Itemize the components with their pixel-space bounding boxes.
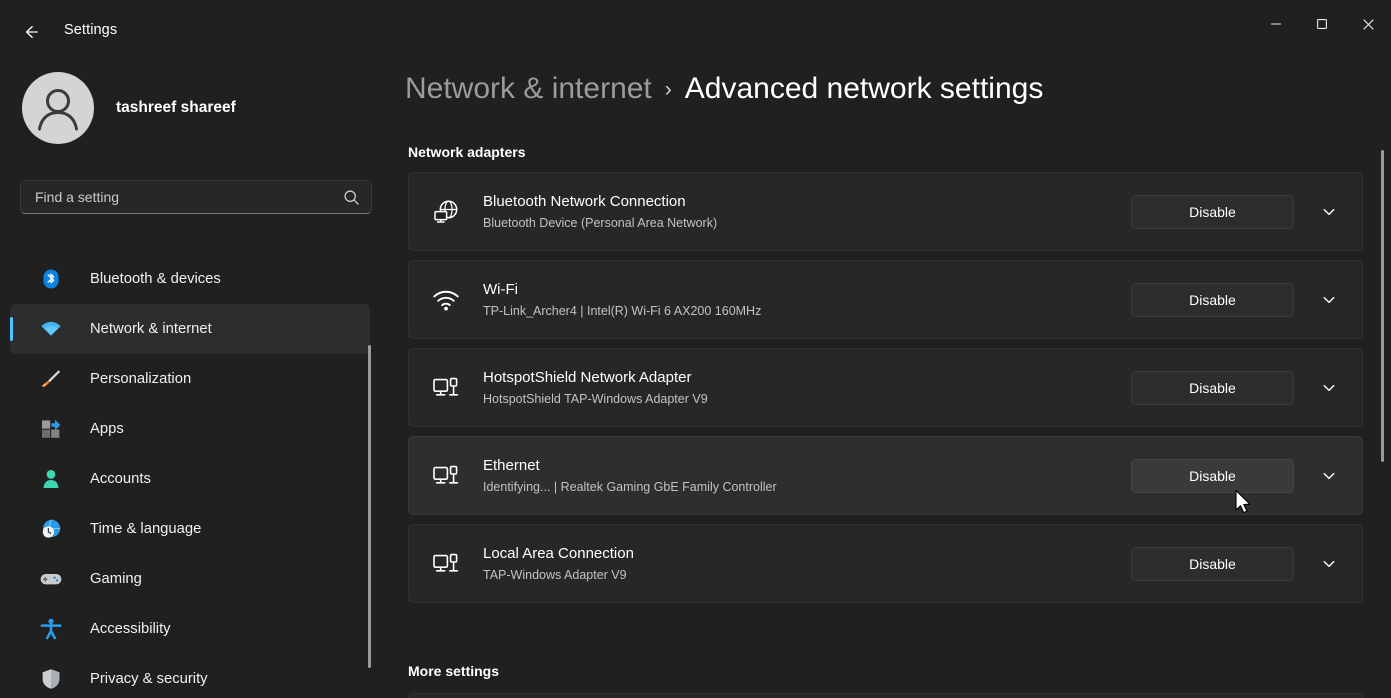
title-bar: Settings xyxy=(0,0,1391,48)
app-title: Settings xyxy=(64,22,118,38)
window-controls xyxy=(1253,0,1391,48)
shield-icon xyxy=(38,666,64,692)
more-settings-card-partial[interactable] xyxy=(408,693,1363,698)
search-input[interactable] xyxy=(35,189,341,205)
breadcrumb-parent-link[interactable]: Network & internet xyxy=(405,72,652,106)
disable-button[interactable]: Disable xyxy=(1131,194,1294,229)
person-icon xyxy=(38,466,64,492)
search-box[interactable] xyxy=(20,180,372,214)
page-title: Advanced network settings xyxy=(684,72,1044,105)
adapter-card-ethernet[interactable]: Ethernet Identifying... | Realtek Gaming… xyxy=(408,436,1363,515)
search-icon xyxy=(341,187,361,207)
adapter-description: Identifying... | Realtek Gaming GbE Fami… xyxy=(483,479,777,494)
expand-chevron-down-icon[interactable] xyxy=(1308,543,1350,585)
gamepad-icon xyxy=(38,566,64,592)
profile-name: tashreef shareef xyxy=(116,99,236,116)
adapter-description: HotspotShield TAP-Windows Adapter V9 xyxy=(483,391,708,406)
section-heading-more-settings: More settings xyxy=(408,663,500,679)
expand-chevron-down-icon[interactable] xyxy=(1308,455,1350,497)
sidebar-item-apps[interactable]: Apps xyxy=(10,404,370,454)
sidebar-item-privacy-security[interactable]: Privacy & security xyxy=(10,654,370,698)
ethernet-icon xyxy=(429,549,463,579)
adapter-description: Bluetooth Device (Personal Area Network) xyxy=(483,215,718,230)
adapter-text: Ethernet Identifying... | Realtek Gaming… xyxy=(483,456,1131,496)
section-heading-network-adapters: Network adapters xyxy=(408,144,526,160)
disable-button[interactable]: Disable xyxy=(1131,282,1294,317)
main-content: Network & internet › Advanced network se… xyxy=(390,48,1391,698)
sidebar-item-label: Personalization xyxy=(90,371,192,387)
sidebar-item-label: Privacy & security xyxy=(90,671,208,687)
adapter-name: Local Area Connection xyxy=(483,544,634,562)
adapter-text: HotspotShield Network Adapter HotspotShi… xyxy=(483,368,1131,408)
sidebar-item-label: Accounts xyxy=(90,471,151,487)
user-profile[interactable]: tashreef shareef xyxy=(22,72,236,144)
disable-button[interactable]: Disable xyxy=(1131,370,1294,405)
ethernet-icon xyxy=(429,373,463,403)
breadcrumb: Network & internet › Advanced network se… xyxy=(405,72,1043,106)
adapter-card[interactable]: Local Area Connection TAP-Windows Adapte… xyxy=(408,524,1363,603)
sidebar-item-accounts[interactable]: Accounts xyxy=(10,454,370,504)
sidebar: tashreef shareef Bluetooth & device xyxy=(0,48,390,698)
sidebar-item-bluetooth-devices[interactable]: Bluetooth & devices xyxy=(10,254,370,304)
ethernet-icon xyxy=(429,461,463,491)
main-scrollbar[interactable] xyxy=(1381,150,1384,462)
adapter-text: Wi-Fi TP-Link_Archer4 | Intel(R) Wi-Fi 6… xyxy=(483,280,1131,320)
wifi-signal-icon xyxy=(429,285,463,315)
adapter-description: TAP-Windows Adapter V9 xyxy=(483,567,627,582)
adapter-card[interactable]: Bluetooth Network Connection Bluetooth D… xyxy=(408,172,1363,251)
sidebar-item-label: Network & internet xyxy=(90,321,212,337)
adapter-list: Bluetooth Network Connection Bluetooth D… xyxy=(408,172,1363,612)
adapter-text: Bluetooth Network Connection Bluetooth D… xyxy=(483,192,1131,232)
sidebar-item-network-internet[interactable]: Network & internet xyxy=(10,304,370,354)
accessibility-icon xyxy=(38,616,64,642)
bluetooth-network-icon xyxy=(429,197,463,227)
chevron-right-icon: › xyxy=(664,78,672,101)
paintbrush-icon xyxy=(38,366,64,392)
clock-globe-icon xyxy=(38,516,64,542)
minimize-button[interactable] xyxy=(1253,0,1299,48)
sidebar-item-label: Bluetooth & devices xyxy=(90,271,221,287)
bluetooth-icon xyxy=(38,266,64,292)
settings-window: Settings tashreef shareef Find a setting… xyxy=(0,0,1391,698)
sidebar-scrollbar[interactable] xyxy=(368,345,371,668)
disable-button[interactable]: Disable xyxy=(1131,458,1294,493)
adapter-name: HotspotShield Network Adapter xyxy=(483,368,692,386)
adapter-card[interactable]: HotspotShield Network Adapter HotspotShi… xyxy=(408,348,1363,427)
expand-chevron-down-icon[interactable] xyxy=(1308,191,1350,233)
adapter-text: Local Area Connection TAP-Windows Adapte… xyxy=(483,544,1131,584)
sidebar-nav: Bluetooth & devices Network & internet P… xyxy=(10,254,370,698)
sidebar-item-accessibility[interactable]: Accessibility xyxy=(10,604,370,654)
sidebar-item-label: Time & language xyxy=(90,521,202,537)
expand-chevron-down-icon[interactable] xyxy=(1308,279,1350,321)
adapter-name: Wi-Fi xyxy=(483,280,518,298)
expand-chevron-down-icon[interactable] xyxy=(1308,367,1350,409)
avatar xyxy=(22,72,94,144)
close-button[interactable] xyxy=(1345,0,1391,48)
sidebar-item-label: Accessibility xyxy=(90,621,171,637)
apps-icon xyxy=(38,416,64,442)
disable-button[interactable]: Disable xyxy=(1131,546,1294,581)
wifi-icon xyxy=(38,316,64,342)
adapter-card[interactable]: Wi-Fi TP-Link_Archer4 | Intel(R) Wi-Fi 6… xyxy=(408,260,1363,339)
sidebar-item-personalization[interactable]: Personalization xyxy=(10,354,370,404)
adapter-name: Bluetooth Network Connection xyxy=(483,192,686,210)
maximize-button[interactable] xyxy=(1299,0,1345,48)
sidebar-item-time-language[interactable]: Time & language xyxy=(10,504,370,554)
adapter-name: Ethernet xyxy=(483,456,540,474)
sidebar-item-label: Apps xyxy=(90,421,124,437)
sidebar-item-label: Gaming xyxy=(90,571,142,587)
adapter-description: TP-Link_Archer4 | Intel(R) Wi-Fi 6 AX200… xyxy=(483,303,762,318)
back-button[interactable] xyxy=(14,16,48,48)
sidebar-item-gaming[interactable]: Gaming xyxy=(10,554,370,604)
